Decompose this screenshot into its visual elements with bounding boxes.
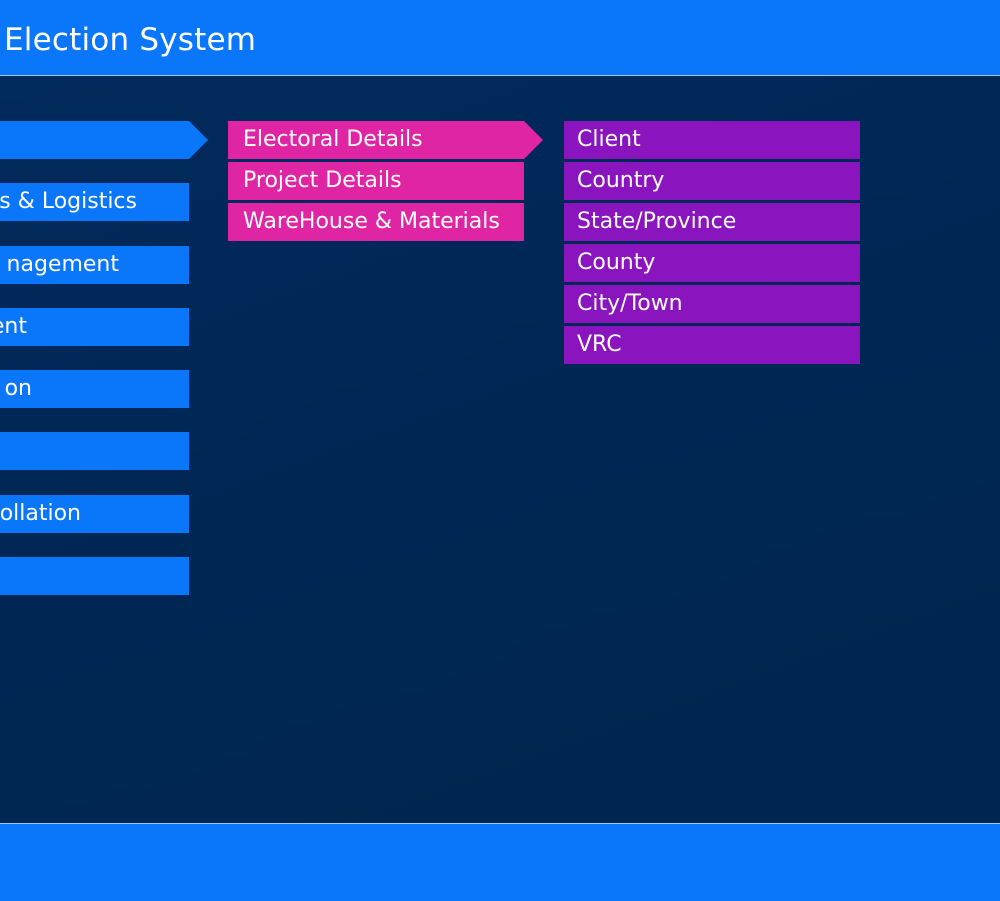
main-menu-item-label: ollation — [0, 501, 81, 526]
app-title: Election System — [4, 22, 257, 58]
sub-menu-item-electoral-details[interactable]: Electoral Details — [228, 121, 543, 159]
leaf-menu-item-vrc[interactable]: VRC — [564, 326, 860, 364]
main-menu-item-2[interactable]: s & Logistics — [0, 183, 189, 221]
main-menu-item-5[interactable]: on — [0, 370, 189, 408]
leaf-menu-item-county[interactable]: County — [564, 244, 860, 282]
main-menu-item-3[interactable]: nagement — [0, 246, 189, 284]
leaf-menu-item-label: County — [577, 250, 656, 275]
leaf-menu-item-city-town[interactable]: City/Town — [564, 285, 860, 323]
app-footer — [0, 823, 1000, 901]
sub-menu-item-project-details[interactable]: Project Details — [228, 162, 524, 200]
main-menu-item-label: nagement — [6, 252, 119, 277]
leaf-menu-item-country[interactable]: Country — [564, 162, 860, 200]
leaf-menu-item-label: Client — [577, 127, 641, 152]
sub-menu-item-label: Electoral Details — [243, 127, 423, 152]
main-menu-item-7[interactable]: ollation — [0, 495, 189, 533]
leaf-menu-item-state-province[interactable]: State/Province — [564, 203, 860, 241]
main-menu-item-6[interactable] — [0, 432, 189, 470]
leaf-menu-item-label: City/Town — [577, 291, 683, 316]
main-menu-item-8[interactable] — [0, 557, 189, 595]
leaf-menu-item-label: Country — [577, 168, 665, 193]
main-menu-item-label: s & Logistics — [0, 189, 137, 214]
sub-menu-item-label: WareHouse & Materials — [243, 209, 500, 234]
sub-menu-item-label: Project Details — [243, 168, 402, 193]
leaf-menu-item-label: State/Province — [577, 209, 737, 234]
main-menu-item-4[interactable]: ent — [0, 308, 189, 346]
main-menu-item-1[interactable] — [0, 121, 208, 159]
sub-menu-item-warehouse-materials[interactable]: WareHouse & Materials — [228, 203, 524, 241]
app-header: Election System — [0, 0, 1000, 76]
leaf-menu-item-client[interactable]: Client — [564, 121, 860, 159]
main-menu-item-label: ent — [0, 314, 27, 339]
leaf-menu-item-label: VRC — [577, 332, 622, 357]
main-menu-item-label: on — [4, 376, 32, 401]
